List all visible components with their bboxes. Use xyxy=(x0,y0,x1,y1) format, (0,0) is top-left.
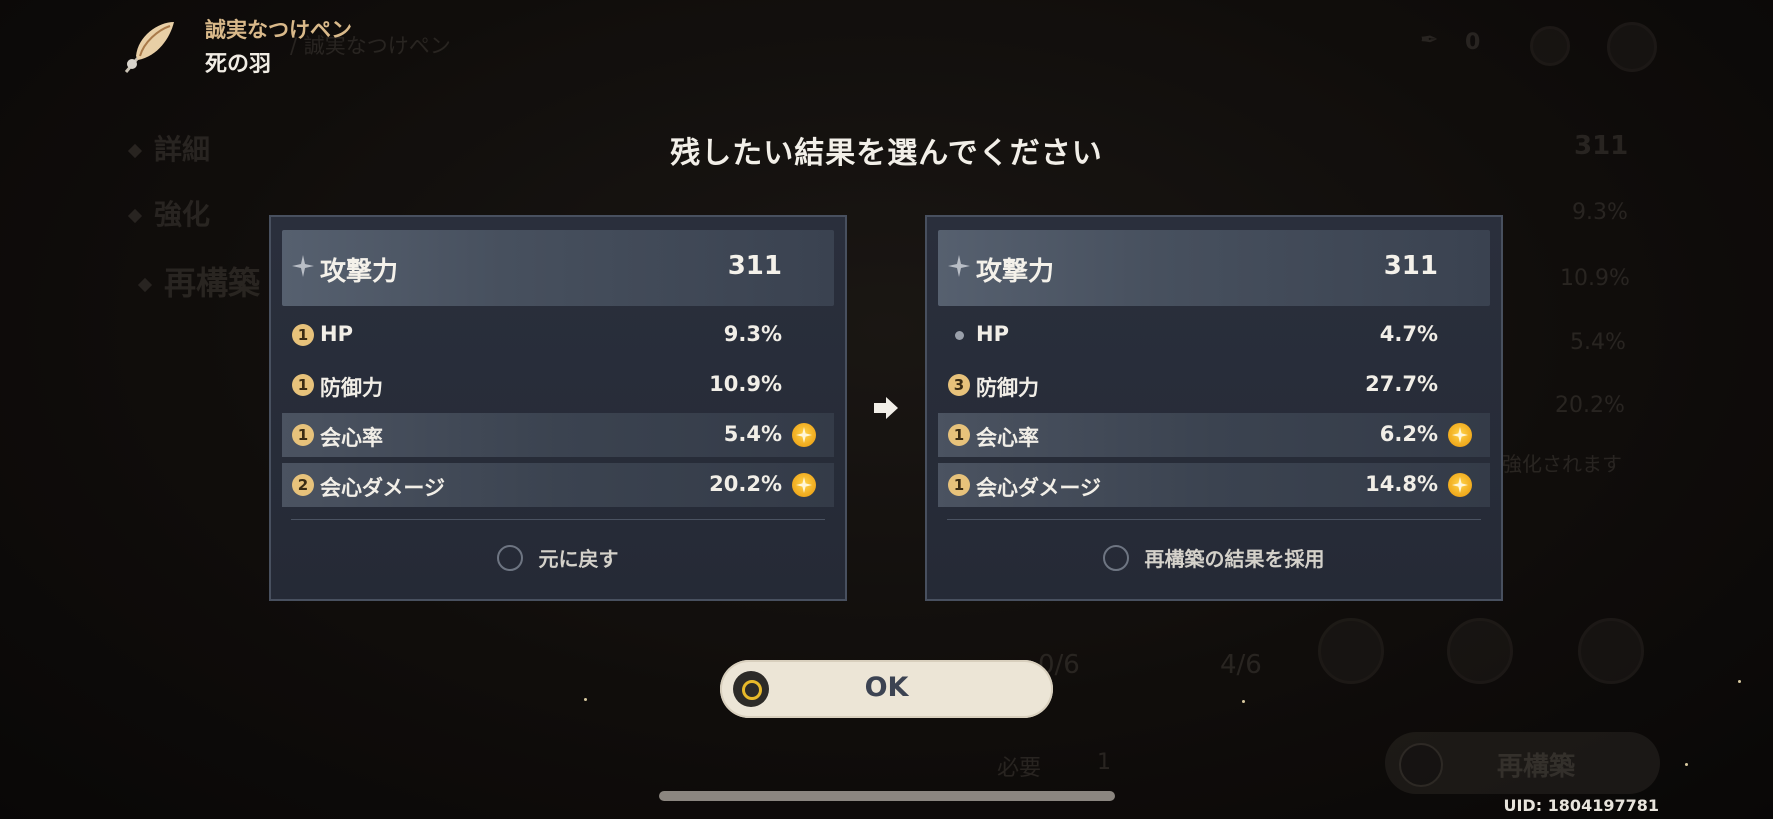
adopt-reroll-option-label: 再構築の結果を採用 xyxy=(1144,547,1325,571)
upgrade-star-icon xyxy=(792,473,816,497)
sparkle-icon xyxy=(948,255,970,277)
divider xyxy=(947,519,1481,520)
main-stat-value: 311 xyxy=(1383,251,1438,281)
sparkle-icon xyxy=(292,255,314,277)
radio-button[interactable] xyxy=(497,544,524,571)
roll-count-badge: 1 xyxy=(292,374,314,396)
substat-value: 27.7% xyxy=(1365,372,1438,396)
substat-row: 1 会心ダメージ 14.8% xyxy=(938,463,1490,507)
substat-row: HP 4.7% xyxy=(938,313,1490,357)
substat-value: 14.8% xyxy=(1365,472,1438,496)
substat-row: 1 会心率 5.4% xyxy=(282,413,834,457)
game-screen: / 誠実なつけペン ✒ 0 詳細 強化 再構築 311 9.3% 10.9% 5… xyxy=(0,0,1773,819)
substat-row: 1 会心率 6.2% xyxy=(938,413,1490,457)
substat-value: 5.4% xyxy=(723,422,782,446)
substat-name: 防御力 xyxy=(976,376,1039,400)
substat-value: 9.3% xyxy=(723,322,782,346)
sparkle xyxy=(1242,700,1245,703)
divider xyxy=(291,519,825,520)
roll-count-badge: 1 xyxy=(948,424,970,446)
home-indicator[interactable] xyxy=(659,791,1115,801)
substat-name: 会心率 xyxy=(320,426,383,450)
substat-value: 4.7% xyxy=(1379,322,1438,346)
substat-value: 20.2% xyxy=(709,472,782,496)
sparkle xyxy=(584,698,587,701)
upgrade-star-icon xyxy=(1448,423,1472,447)
sparkle xyxy=(1738,680,1741,683)
upgrade-star-icon xyxy=(792,423,816,447)
ok-button[interactable]: OK xyxy=(720,660,1053,718)
substat-row: 1 防御力 10.9% xyxy=(282,363,834,407)
original-result-panel[interactable]: 攻撃力 311 1 HP 9.3% 1 防御力 10.9% 1 会心率 5.4%… xyxy=(269,215,847,601)
sparkle xyxy=(1685,763,1688,766)
main-stat-row: 攻撃力 311 xyxy=(938,230,1490,306)
adopt-reroll-option[interactable]: 再構築の結果を採用 xyxy=(927,543,1501,572)
artifact-set-name: 誠実なつけペン xyxy=(205,18,352,42)
artifact-piece-name: 死の羽 xyxy=(205,52,272,77)
roll-count-badge: 3 xyxy=(948,374,970,396)
main-stat-value: 311 xyxy=(727,251,782,281)
feather-icon xyxy=(124,22,174,73)
substat-row: 3 防御力 27.7% xyxy=(938,363,1490,407)
roll-count-badge: 1 xyxy=(948,474,970,496)
upgrade-star-icon xyxy=(1448,473,1472,497)
user-id: UID: 1804197781 xyxy=(1503,796,1659,815)
dialog-title: 残したい結果を選んでください xyxy=(670,136,1103,171)
substat-name: 防御力 xyxy=(320,376,383,400)
roll-count-badge: 1 xyxy=(292,424,314,446)
substat-value: 10.9% xyxy=(709,372,782,396)
main-stat-row: 攻撃力 311 xyxy=(282,230,834,306)
substat-row: 2 会心ダメージ 20.2% xyxy=(282,463,834,507)
roll-count-badge: 1 xyxy=(292,324,314,346)
substat-name: 会心率 xyxy=(976,426,1039,450)
substat-name: 会心ダメージ xyxy=(320,476,445,500)
revert-option-label: 元に戻す xyxy=(538,547,619,571)
main-stat-name: 攻撃力 xyxy=(320,257,399,287)
ok-button-label: OK xyxy=(864,672,909,703)
substat-name: 会心ダメージ xyxy=(976,476,1101,500)
substat-name: HP xyxy=(320,322,353,346)
substat-value: 6.2% xyxy=(1379,422,1438,446)
roll-count-badge: 2 xyxy=(292,474,314,496)
revert-option[interactable]: 元に戻す xyxy=(271,543,845,572)
arrow-right-icon xyxy=(874,397,898,419)
radio-button[interactable] xyxy=(1103,544,1130,571)
main-stat-name: 攻撃力 xyxy=(976,257,1055,287)
substat-row: 1 HP 9.3% xyxy=(282,313,834,357)
bullet-icon xyxy=(955,331,964,340)
substat-name: HP xyxy=(976,322,1009,346)
reroll-result-panel[interactable]: 攻撃力 311 HP 4.7% 3 防御力 27.7% 1 会心率 6.2% 1… xyxy=(925,215,1503,601)
